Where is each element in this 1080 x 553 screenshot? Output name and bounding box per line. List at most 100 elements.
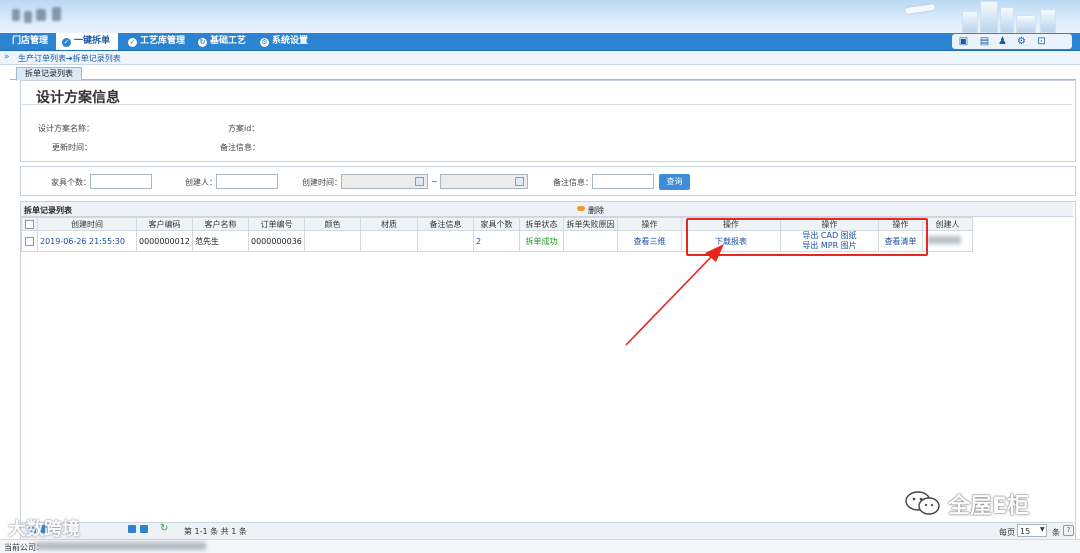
breadcrumb-bar: [0, 51, 1080, 65]
column-header: 操作: [617, 217, 682, 231]
calendar-icon[interactable]: ▤: [979, 36, 990, 47]
watermark-left: 大数跨境: [8, 519, 80, 540]
calendar-icon[interactable]: [515, 177, 524, 186]
column-header[interactable]: 客户名称: [192, 217, 249, 231]
grid-title: 拆单记录列表: [24, 206, 72, 215]
pager-bar: [21, 522, 1073, 539]
select-all-checkbox[interactable]: [25, 219, 34, 229]
building-decoration: [980, 1, 998, 33]
delete-button[interactable]: 删除: [588, 205, 604, 216]
nav-tab-label: 一键拆单: [74, 36, 111, 46]
building-decoration: [1016, 15, 1036, 33]
nav-tab-label: 门店管理: [12, 36, 49, 46]
building-decoration: [1000, 7, 1014, 33]
breadcrumb[interactable]: 生产订单列表➔拆单记录列表: [18, 53, 121, 64]
column-header[interactable]: 备注信息: [417, 217, 474, 231]
status-cell: 拆单成功: [519, 230, 564, 252]
column-header[interactable]: 创建时间: [37, 217, 137, 231]
design-info-panel: [20, 80, 1076, 162]
filter-panel: [20, 166, 1076, 196]
per-page-label: 每页: [999, 528, 1015, 537]
creator-label: 创建人：: [185, 178, 217, 187]
creator-blur: [927, 236, 961, 244]
furniture-count-input[interactable]: [90, 174, 152, 189]
nav-tab-craft-library[interactable]: ✓ 工艺库管理: [122, 33, 193, 50]
gear-circle-icon: ⚙: [260, 38, 269, 47]
column-header[interactable]: 订单编号: [248, 217, 305, 231]
calendar-icon[interactable]: [415, 177, 424, 186]
order-no-cell: 0000000036: [248, 230, 305, 252]
per-page-unit: 条: [1052, 528, 1060, 537]
material-cell: [360, 230, 418, 252]
divider: [22, 104, 1072, 105]
search-button[interactable]: 查询: [659, 174, 690, 190]
design-id-label: 方案id：: [228, 124, 260, 133]
remark-input[interactable]: [592, 174, 654, 189]
color-cell: [304, 230, 361, 252]
check-circle-icon: ✓: [62, 38, 71, 47]
exit-icon[interactable]: ⊡: [1036, 36, 1047, 47]
nav-tab-store[interactable]: 门店管理: [6, 33, 56, 50]
creator-cell: [922, 230, 973, 252]
nav-tab-settings[interactable]: ⚙ 系统设置: [254, 33, 316, 50]
building-decoration: [1040, 9, 1056, 33]
nav-tab-label: 工艺库管理: [140, 36, 186, 46]
top-banner: [0, 0, 1080, 33]
expand-arrow-icon[interactable]: »: [4, 52, 10, 62]
airplane-decoration: [904, 3, 936, 15]
highlight-box: [686, 218, 928, 256]
customer-name-cell: 范先生: [192, 230, 249, 252]
refresh-circle-icon: ↻: [198, 38, 207, 47]
row-checkbox[interactable]: [25, 236, 34, 246]
wechat-logo-icon: [905, 491, 940, 515]
logo-blur: [52, 7, 61, 21]
logo-blur: [12, 9, 20, 21]
company-name-blur: [36, 542, 206, 550]
image-icon[interactable]: ▣: [958, 36, 969, 47]
row-select-cell[interactable]: [21, 230, 38, 252]
view-3d-link[interactable]: 查看三维: [617, 230, 682, 252]
nav-tab-label: 系统设置: [272, 36, 309, 46]
design-name-label: 设计方案名称：: [38, 124, 94, 133]
check-circle-icon: ✓: [128, 38, 137, 47]
grid-header-bar: [21, 202, 1073, 217]
column-header[interactable]: 家具个数: [473, 217, 520, 231]
column-header[interactable]: 创建人: [922, 217, 973, 231]
logo-blur: [36, 9, 46, 21]
logo-blur: [24, 11, 32, 23]
tab-split-records[interactable]: 拆单记录列表: [16, 67, 82, 81]
remark-label: 备注信息：: [220, 143, 260, 152]
column-header[interactable]: 颜色: [304, 217, 361, 231]
column-header[interactable]: 拆单失败原因: [563, 217, 618, 231]
furniture-count-cell[interactable]: 2: [473, 230, 520, 252]
column-header[interactable]: 拆单状态: [519, 217, 564, 231]
chevron-down-icon[interactable]: ▼: [1040, 526, 1045, 533]
nav-tab-split[interactable]: ✓ 一键拆单: [56, 33, 119, 50]
column-header[interactable]: 材质: [360, 217, 418, 231]
create-time-start-input[interactable]: [341, 174, 428, 189]
create-time-end-input[interactable]: [440, 174, 528, 189]
update-time-label: 更新时间：: [52, 143, 92, 152]
nav-tab-basic-craft[interactable]: ↻ 基础工艺: [192, 33, 254, 50]
remark-cell: [417, 230, 474, 252]
refresh-icon[interactable]: ↻: [160, 523, 168, 534]
customer-code-cell: 0000000012: [136, 230, 193, 252]
watermark-right: 全屋E柜: [948, 494, 1030, 519]
next-page-icon[interactable]: [128, 525, 136, 533]
filter-remark-label: 备注信息：: [553, 178, 593, 187]
column-header[interactable]: 客户编码: [136, 217, 193, 231]
last-page-icon[interactable]: [140, 525, 148, 533]
delete-icon[interactable]: [577, 206, 585, 211]
select-all-cell[interactable]: [21, 217, 38, 231]
nav-tab-label: 基础工艺: [210, 36, 247, 46]
create-time-cell[interactable]: 2019-06-26 21:55:30: [37, 230, 137, 252]
tab-strip: [10, 66, 1076, 80]
date-range-separator: ~: [431, 177, 438, 186]
creator-input[interactable]: [216, 174, 278, 189]
user-icon[interactable]: ♟: [997, 36, 1008, 47]
help-icon[interactable]: ?: [1063, 525, 1074, 536]
create-time-label: 创建时间：: [302, 178, 342, 187]
furniture-count-label: 家具个数：: [51, 178, 91, 187]
gear-icon[interactable]: ⚙: [1016, 36, 1027, 47]
top-right-toolbar: ▣ ▤ ♟ ⚙ ⊡: [952, 34, 1072, 49]
